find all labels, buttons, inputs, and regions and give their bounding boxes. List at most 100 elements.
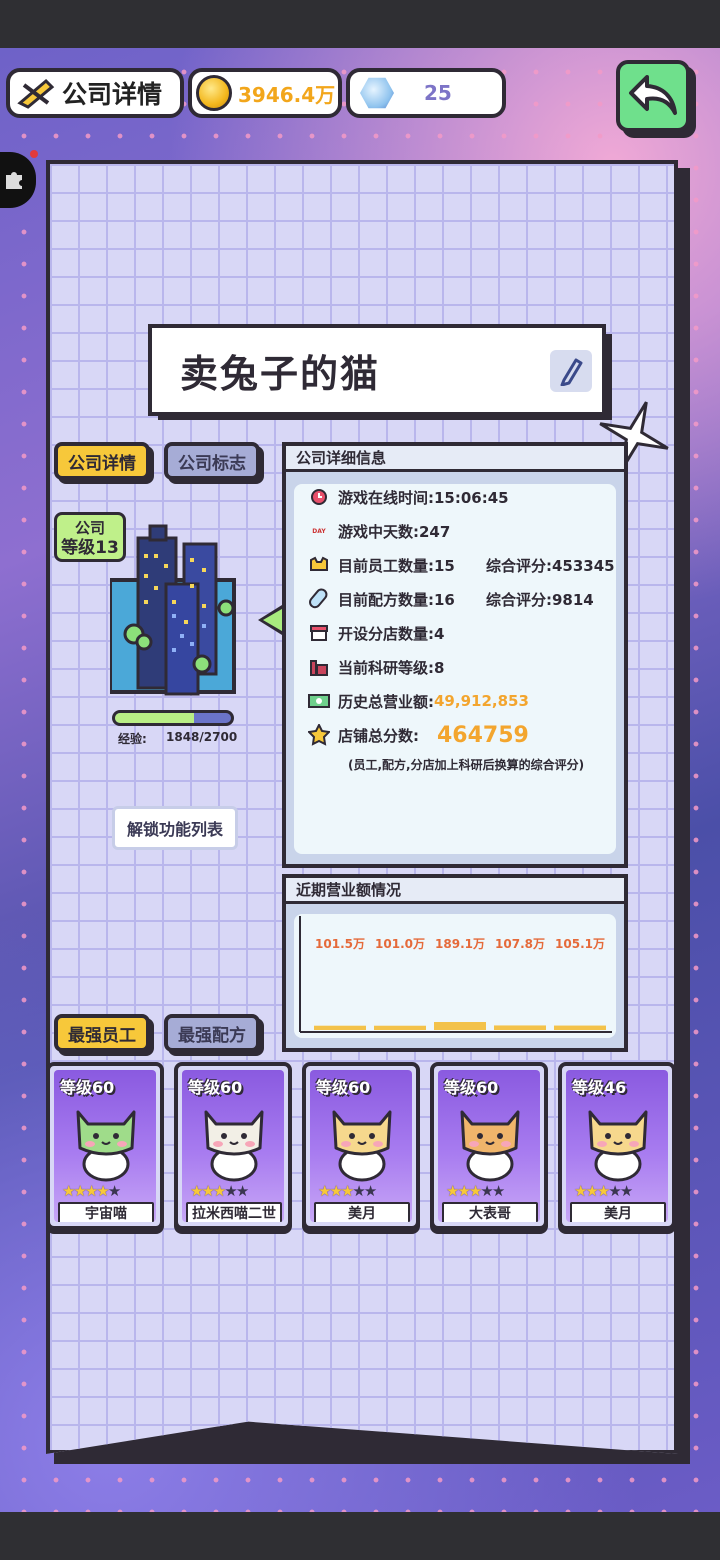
star-icon: ★ <box>96 1182 110 1200</box>
tab-best-recipe[interactable]: 最强配方 <box>164 1014 260 1052</box>
details-header: 公司详细信息 <box>286 446 624 472</box>
employee-name: 拉米西喵二世 <box>186 1202 282 1222</box>
star-icon: ★ <box>457 1182 471 1200</box>
cat-character-icon <box>460 1110 520 1182</box>
cash-icon <box>308 690 330 712</box>
coin-icon <box>196 75 232 111</box>
bottom-navigation-bar <box>0 1512 720 1560</box>
star-icon: ★ <box>363 1182 378 1200</box>
online-time-row: 游戏在线时间:15:06:45 <box>308 484 509 510</box>
employee-card[interactable]: 等级60 ★★★★★ 美月 <box>302 1062 420 1230</box>
cat-character-icon <box>588 1110 648 1182</box>
star-icon: ★ <box>318 1182 332 1200</box>
game-screen: 公司详情 3946.4万 25 卖兔子的猫 公司详情 公司标志 公司 等级13 … <box>0 48 720 1512</box>
score-note: (员工,配方,分店加上科研后换算的综合评分) <box>348 758 585 772</box>
star-icon: ★ <box>107 1182 122 1200</box>
notification-dot <box>30 150 38 158</box>
star-icon: ★ <box>62 1182 76 1200</box>
star-icon: ★ <box>329 1182 343 1200</box>
star-icon: ★ <box>619 1182 634 1200</box>
star-icon: ★ <box>585 1182 599 1200</box>
star-icon: ★ <box>596 1182 611 1200</box>
xp-progress-fill <box>115 713 195 723</box>
branch-count: 开设分店数量:4 <box>338 624 445 643</box>
tab-best-staff[interactable]: 最强员工 <box>54 1014 150 1052</box>
coin-amount: 3946.4万 <box>238 82 336 107</box>
gem-amount: 25 <box>424 81 452 105</box>
employee-level: 等级60 <box>316 1078 371 1097</box>
star-icon: ★ <box>480 1182 494 1200</box>
revenue-label: 历史总营业额: <box>338 692 434 711</box>
star-icon: ★ <box>73 1182 87 1200</box>
star-icon: ★ <box>201 1182 215 1200</box>
star-icon: ★ <box>84 1182 99 1200</box>
star-icon: ★ <box>446 1182 460 1200</box>
revenue-chart-header: 近期营业额情况 <box>286 878 624 904</box>
recipe-count: 目前配方数量:16 <box>338 590 455 609</box>
puzzle-icon <box>6 172 22 189</box>
star-icon: ★ <box>190 1182 204 1200</box>
chart-bar <box>554 1025 606 1030</box>
chart-bar <box>494 1025 546 1030</box>
revenue-chart-panel: 近期营业额情况 101.5万 101.0万 189.1万 107.8万 105.1万 <box>282 874 628 1052</box>
branch-row: 开设分店数量:4 <box>308 620 444 646</box>
chart-bar <box>434 1022 486 1030</box>
company-building-image <box>110 524 236 696</box>
star-icon: ★ <box>574 1182 588 1200</box>
staff-score: 综合评分:453345 <box>486 556 615 575</box>
edit-name-button[interactable] <box>550 350 592 392</box>
star-icon: ★ <box>340 1182 355 1200</box>
employee-card[interactable]: 等级46 ★★★★★ 美月 <box>558 1062 676 1230</box>
store-score-label: 店铺总分数: <box>338 726 419 745</box>
company-name-box: 卖兔子的猫 <box>148 324 606 416</box>
employee-card[interactable]: 等级60 ★★★★★ 大表哥 <box>430 1062 548 1230</box>
gem-counter: 25 <box>346 68 506 118</box>
star-icon: ★ <box>352 1182 366 1200</box>
shop-icon <box>308 622 330 644</box>
recipe-row: 目前配方数量:16 综合评分:9814 <box>308 586 624 612</box>
tab-company-logo[interactable]: 公司标志 <box>164 442 260 480</box>
employee-name: 美月 <box>570 1202 666 1222</box>
revenue-chart-body: 101.5万 101.0万 189.1万 107.8万 105.1万 <box>294 914 616 1038</box>
chart-value-label: 107.8万 <box>495 937 545 951</box>
employee-portrait: 等级46 ★★★★★ 美月 <box>566 1070 668 1222</box>
employee-level: 等级46 <box>572 1078 627 1097</box>
employee-name: 大表哥 <box>442 1202 538 1222</box>
game-days-row: DAY 游戏中天数:247 <box>308 518 450 544</box>
staff-count: 目前员工数量:15 <box>338 556 455 575</box>
employee-card[interactable]: 等级60 ★★★★★ 拉米西喵二世 <box>174 1062 292 1230</box>
revenue-value: 49,912,853 <box>434 692 529 710</box>
star-icon: ★ <box>608 1182 622 1200</box>
details-panel: 公司详细信息 游戏在线时间:15:06:45 DAY 游戏中天数:247 目前员… <box>282 442 628 868</box>
back-button[interactable] <box>616 60 690 132</box>
chart-value-label: 101.0万 <box>375 937 425 951</box>
employee-stars: ★★★★★ <box>446 1182 505 1200</box>
store-score-row: 店铺总分数: 464759 <box>308 722 529 748</box>
star-badge-icon <box>308 724 330 746</box>
unlock-features-button[interactable]: 解锁功能列表 <box>112 806 238 850</box>
chart-bar <box>374 1025 426 1030</box>
employee-portrait: 等级60 ★★★★★ 美月 <box>310 1070 412 1222</box>
employee-portrait: 等级60 ★★★★★ 宇宙喵 <box>54 1070 156 1222</box>
star-icon: ★ <box>224 1182 238 1200</box>
back-arrow-icon <box>629 75 677 115</box>
employee-stars: ★★★★★ <box>574 1182 634 1200</box>
recipe-score: 综合评分:9814 <box>486 590 594 609</box>
employee-portrait: 等级60 ★★★★★ 拉米西喵二世 <box>182 1070 284 1222</box>
clock-icon <box>308 486 330 508</box>
revenue-row: 历史总营业额: 49,912,853 <box>308 688 529 714</box>
employee-level: 等级60 <box>444 1078 499 1097</box>
pencil-icon <box>560 358 583 386</box>
employee-level: 等级60 <box>60 1078 115 1097</box>
cat-face-icon <box>308 554 330 576</box>
xp-progress-bar <box>112 710 234 726</box>
employee-name: 美月 <box>314 1202 410 1222</box>
employee-card[interactable]: 等级60 ★★★★★ 宇宙喵 <box>46 1062 164 1230</box>
company-icon <box>17 78 55 109</box>
tab-company-details[interactable]: 公司详情 <box>54 442 150 480</box>
star-icon: ★ <box>235 1182 250 1200</box>
calendar-icon: DAY <box>308 520 330 542</box>
chart-value-label: 189.1万 <box>435 937 485 951</box>
title-bar: 公司详情 <box>6 68 184 118</box>
page-title: 公司详情 <box>62 80 163 109</box>
